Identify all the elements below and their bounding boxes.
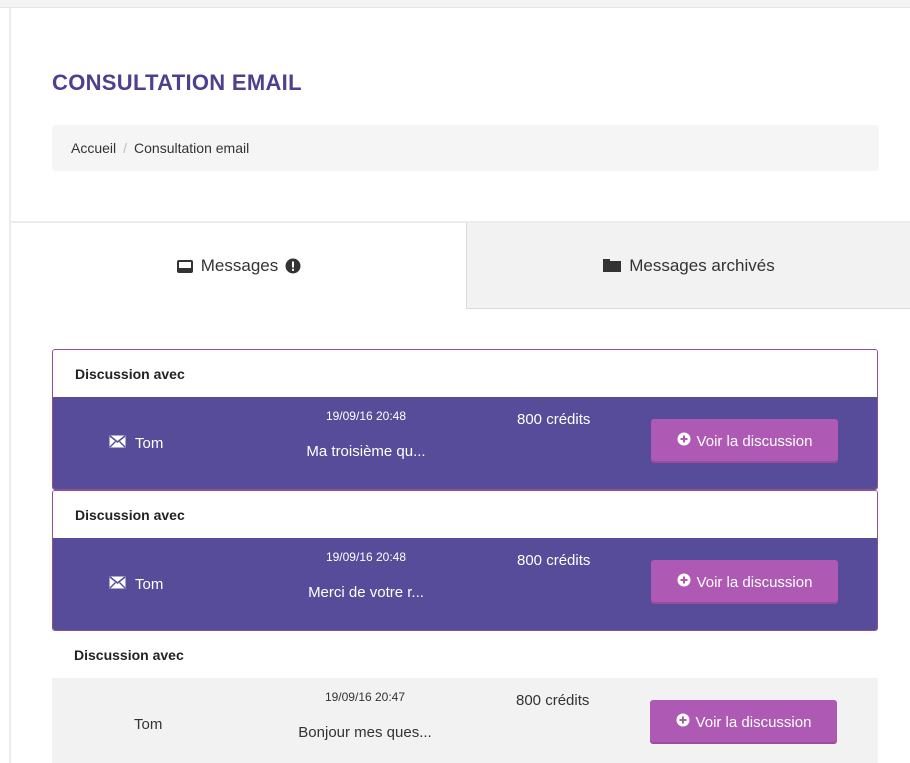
message-preview: Ma troisième qu...: [306, 443, 426, 460]
discussion-row: Tom 19/09/16 20:48 Merci de votre r... 8…: [53, 538, 877, 630]
page-title: CONSULTATION EMAIL: [52, 70, 302, 95]
breadcrumb: Accueil / Consultation email: [52, 125, 879, 171]
envelope-icon: [109, 576, 126, 593]
message-preview: Bonjour mes ques...: [298, 724, 432, 741]
inbox-icon: [176, 259, 194, 274]
credits: 800 crédits: [517, 552, 591, 569]
breadcrumb-separator: /: [123, 140, 128, 156]
message-date: 19/09/16 20:48: [325, 550, 407, 564]
tab-messages[interactable]: Messages: [11, 223, 466, 309]
breadcrumb-current: Consultation email: [134, 140, 250, 156]
view-discussion-button[interactable]: Voir la discussion: [651, 419, 838, 463]
discussion-row: Tom 19/09/16 20:48 Ma troisième qu... 80…: [53, 397, 877, 489]
view-discussion-button[interactable]: Voir la discussion: [651, 560, 838, 604]
tab-messages-label: Messages: [200, 256, 279, 275]
view-discussion-label: Voir la discussion: [696, 432, 813, 450]
view-discussion-label: Voir la discussion: [695, 713, 812, 731]
envelope-icon: [109, 435, 126, 452]
discussion-item: Discussion avec Tom 19/09/16 20:47 Bonjo…: [52, 631, 878, 763]
tab-archived-messages[interactable]: Messages archivés: [466, 223, 910, 309]
sender-name: Tom: [135, 435, 164, 452]
left-rule: [9, 8, 11, 763]
view-discussion-button[interactable]: Voir la discussion: [650, 700, 837, 744]
sender-name: Tom: [135, 576, 164, 593]
credits: 800 crédits: [517, 411, 591, 428]
plus-circle-icon: [677, 573, 691, 591]
sender-name: Tom: [134, 716, 163, 733]
view-discussion-label: Voir la discussion: [696, 573, 813, 591]
discussion-item: Discussion avec Tom 19/09/16 20:48 Ma tr…: [52, 349, 878, 490]
discussion-heading: Discussion avec: [53, 350, 877, 397]
top-strip: [0, 0, 910, 8]
plus-circle-icon: [677, 432, 691, 450]
plus-circle-icon: [676, 713, 690, 731]
message-date: 19/09/16 20:48: [325, 409, 407, 423]
sender: Tom: [109, 435, 163, 452]
sender: Tom: [109, 576, 163, 593]
message-preview: Merci de votre r...: [308, 584, 424, 601]
tab-archived-label: Messages archivés: [629, 255, 775, 275]
credits: 800 crédits: [516, 692, 590, 709]
sender: Tom: [134, 716, 162, 733]
folder-icon: [602, 258, 622, 273]
discussion-item: Discussion avec Tom 19/09/16 20:48 Merci…: [52, 490, 878, 631]
discussion-list: Discussion avec Tom 19/09/16 20:48 Ma tr…: [52, 349, 878, 763]
tab-bar: Messages Messages archivés: [11, 223, 910, 309]
discussion-row: Tom 19/09/16 20:47 Bonjour mes ques... 8…: [52, 678, 878, 763]
discussion-heading: Discussion avec: [52, 631, 878, 678]
exclamation-circle-icon: [285, 258, 301, 274]
breadcrumb-home-link[interactable]: Accueil: [71, 140, 116, 156]
message-date: 19/09/16 20:47: [324, 690, 406, 704]
discussion-heading: Discussion avec: [53, 491, 877, 538]
